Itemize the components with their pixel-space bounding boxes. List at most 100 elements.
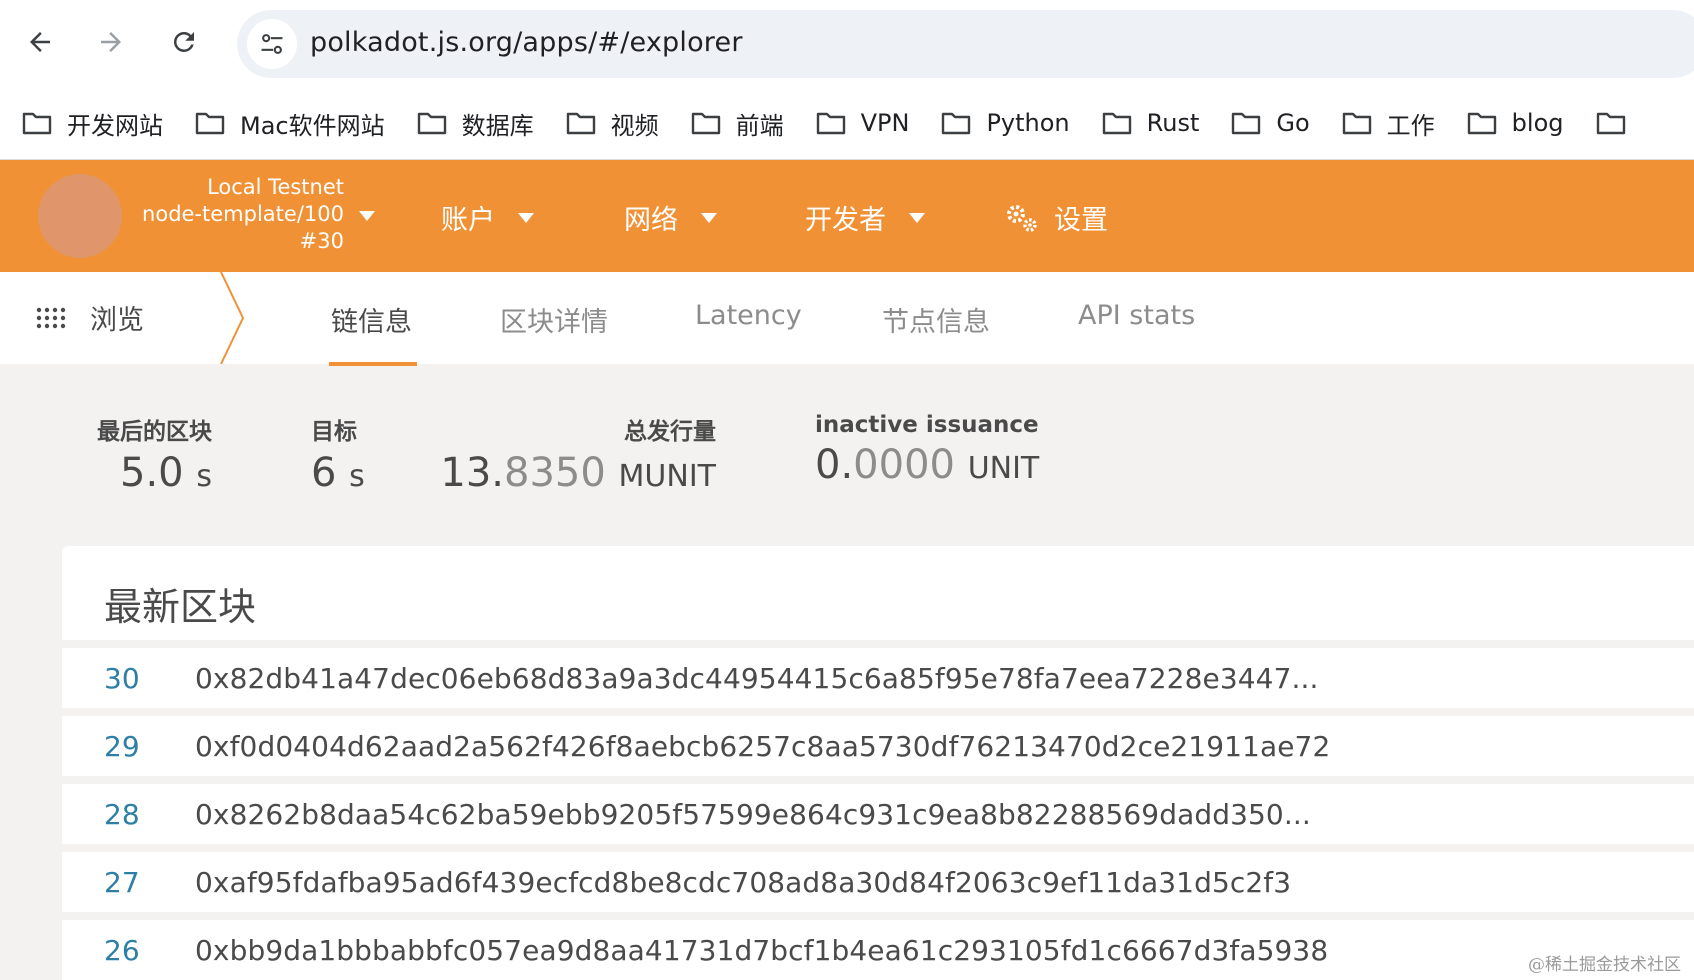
- block-hash: 0xaf95fdafba95ad6f439ecfcd8be8cdc708ad8a…: [195, 866, 1292, 899]
- menu-network[interactable]: 网络: [624, 198, 718, 237]
- chain-logo[interactable]: [38, 174, 122, 258]
- arrow-right-icon: [101, 32, 121, 52]
- folder-icon: [691, 112, 720, 135]
- forward-button[interactable]: [91, 22, 131, 62]
- site-info-button[interactable]: [247, 19, 297, 69]
- best-block: #30: [299, 229, 344, 253]
- tab-latency[interactable]: Latency: [695, 300, 802, 331]
- caret-down-icon: [909, 212, 925, 223]
- table-row: 26 0xbb9da1bbbabbfc057ea9d8aa41731d7bcf1…: [62, 920, 1694, 980]
- summary-label: 总发行量: [624, 419, 716, 445]
- tab-api-stats[interactable]: API stats: [1078, 300, 1195, 331]
- bookmark-label: Mac软件网站: [240, 111, 385, 140]
- bookmark-folder[interactable]: 工作: [1342, 106, 1435, 141]
- bookmark-folder[interactable]: Python: [941, 109, 1070, 137]
- block-hash: 0x8262b8daa54c62ba59ebb9205f57599e864c93…: [195, 798, 1311, 831]
- chain-selector[interactable]: Local Testnet node-template/100 #30: [140, 174, 344, 255]
- watermark: @稀土掘金技术社区: [1528, 955, 1681, 975]
- bookmark-folder-overflow[interactable]: [1596, 111, 1641, 135]
- tune-icon: [261, 34, 283, 54]
- sub-navigation: 浏览 链信息 区块详情 Latency 节点信息 API stats: [0, 272, 1694, 364]
- value-number: 6: [311, 450, 337, 496]
- gears-icon: [1007, 204, 1037, 232]
- summary-total-issuance: 总发行量 13.8350 MUNIT: [440, 412, 716, 496]
- folder-icon: [942, 112, 971, 135]
- back-button[interactable]: [20, 22, 60, 62]
- block-number-link[interactable]: 26: [104, 934, 140, 967]
- block-hash: 0x82db41a47dec06eb68d83a9a3dc44954415c6a…: [195, 662, 1319, 695]
- bookmark-label: Rust: [1146, 109, 1200, 137]
- browse-menu[interactable]: 浏览: [36, 298, 144, 337]
- value-major: 0.: [815, 442, 854, 488]
- block-hash: 0xf0d0404d62aad2a562f426f8aebcb6257c8aa5…: [195, 730, 1331, 763]
- folder-icon: [417, 112, 446, 135]
- bookmark-label: 开发网站: [67, 111, 163, 140]
- reload-icon: [173, 31, 194, 52]
- summary-value: 13.8350 MUNIT: [440, 450, 716, 496]
- menu-settings-label: 设置: [1054, 205, 1108, 236]
- active-tab-indicator: [329, 362, 417, 366]
- bookmark-folder[interactable]: Go: [1231, 109, 1310, 137]
- grid-icon: [36, 307, 66, 328]
- bookmark-folder[interactable]: 视频: [566, 106, 659, 141]
- url-text[interactable]: polkadot.js.org/apps/#/explorer: [310, 27, 743, 58]
- block-number-link[interactable]: 28: [104, 798, 140, 831]
- bookmark-folder[interactable]: blog: [1467, 109, 1564, 137]
- table-row: 28 0x8262b8daa54c62ba59ebb9205f57599e864…: [62, 784, 1694, 844]
- tab-block-details[interactable]: 区块详情: [500, 300, 608, 339]
- folder-icon: [195, 112, 225, 135]
- tab-node-info[interactable]: 节点信息: [882, 300, 990, 339]
- caret-down-icon: [518, 212, 534, 223]
- menu-developer-label: 开发者: [805, 205, 886, 236]
- block-number-link[interactable]: 27: [104, 866, 140, 899]
- menu-accounts[interactable]: 账户: [441, 198, 535, 237]
- table-row: 30 0x82db41a47dec06eb68d83a9a3dc44954415…: [62, 648, 1694, 708]
- bookmark-label: 工作: [1386, 111, 1435, 140]
- breadcrumb-chevron: [220, 272, 245, 364]
- app-header: Local Testnet node-template/100 #30 账户 网…: [0, 160, 1694, 272]
- recent-blocks-title: 最新区块: [104, 585, 257, 629]
- bookmark-folder[interactable]: 前端: [691, 106, 784, 141]
- folder-icon: [1102, 112, 1131, 135]
- bookmark-folder[interactable]: 数据库: [417, 106, 534, 141]
- bookmark-folder[interactable]: Mac软件网站: [195, 106, 385, 141]
- summary-label: 目标: [311, 419, 357, 445]
- summary-last-block: 最后的区块 5.0 s: [88, 412, 212, 496]
- summary-value: 0.0000 UNIT: [815, 442, 1039, 488]
- bookmark-label: 数据库: [461, 111, 534, 140]
- tab-chain-info[interactable]: 链信息: [331, 300, 412, 339]
- table-row: 27 0xaf95fdafba95ad6f439ecfcd8be8cdc708a…: [62, 852, 1694, 912]
- folder-icon: [1342, 112, 1371, 135]
- address-bar[interactable]: polkadot.js.org/apps/#/explorer: [237, 10, 1694, 78]
- summary-value: 5.0 s: [88, 450, 212, 496]
- value-minor: 0000: [853, 442, 955, 488]
- node-version: node-template/100: [142, 202, 344, 226]
- value-unit: s: [349, 459, 365, 494]
- bookmark-folder[interactable]: 开发网站: [22, 106, 163, 141]
- folder-icon: [566, 112, 595, 135]
- value-major: 13.: [440, 450, 505, 496]
- folder-icon: [22, 112, 52, 135]
- folder-icon: [1232, 112, 1261, 135]
- bookmark-folder[interactable]: VPN: [816, 109, 910, 137]
- bookmark-folder[interactable]: Rust: [1102, 109, 1200, 137]
- menu-developer[interactable]: 开发者: [805, 198, 926, 237]
- menu-network-label: 网络: [624, 205, 678, 236]
- folder-icon: [816, 112, 845, 135]
- summary-inactive-issuance: inactive issuance 0.0000 UNIT: [815, 412, 1039, 488]
- chain-name: Local Testnet: [207, 175, 344, 199]
- table-row: 29 0xf0d0404d62aad2a562f426f8aebcb6257c8…: [62, 716, 1694, 776]
- bookmark-label: VPN: [860, 109, 910, 137]
- block-number-link[interactable]: 29: [104, 730, 140, 763]
- block-number-link[interactable]: 30: [104, 662, 140, 695]
- caret-down-icon[interactable]: [358, 210, 376, 222]
- bookmarks-bar: 开发网站 Mac软件网站 数据库 视频 前端 VPN Python Rust G…: [22, 100, 1673, 146]
- bookmark-label: Go: [1276, 109, 1310, 137]
- bookmark-label: blog: [1511, 109, 1564, 137]
- bookmark-label: 前端: [735, 111, 784, 140]
- value-unit: s: [196, 459, 212, 494]
- menu-settings[interactable]: 设置: [1004, 198, 1108, 237]
- bookmark-label: Python: [986, 109, 1070, 137]
- summary-label: inactive issuance: [815, 412, 1039, 438]
- reload-button[interactable]: [164, 22, 204, 62]
